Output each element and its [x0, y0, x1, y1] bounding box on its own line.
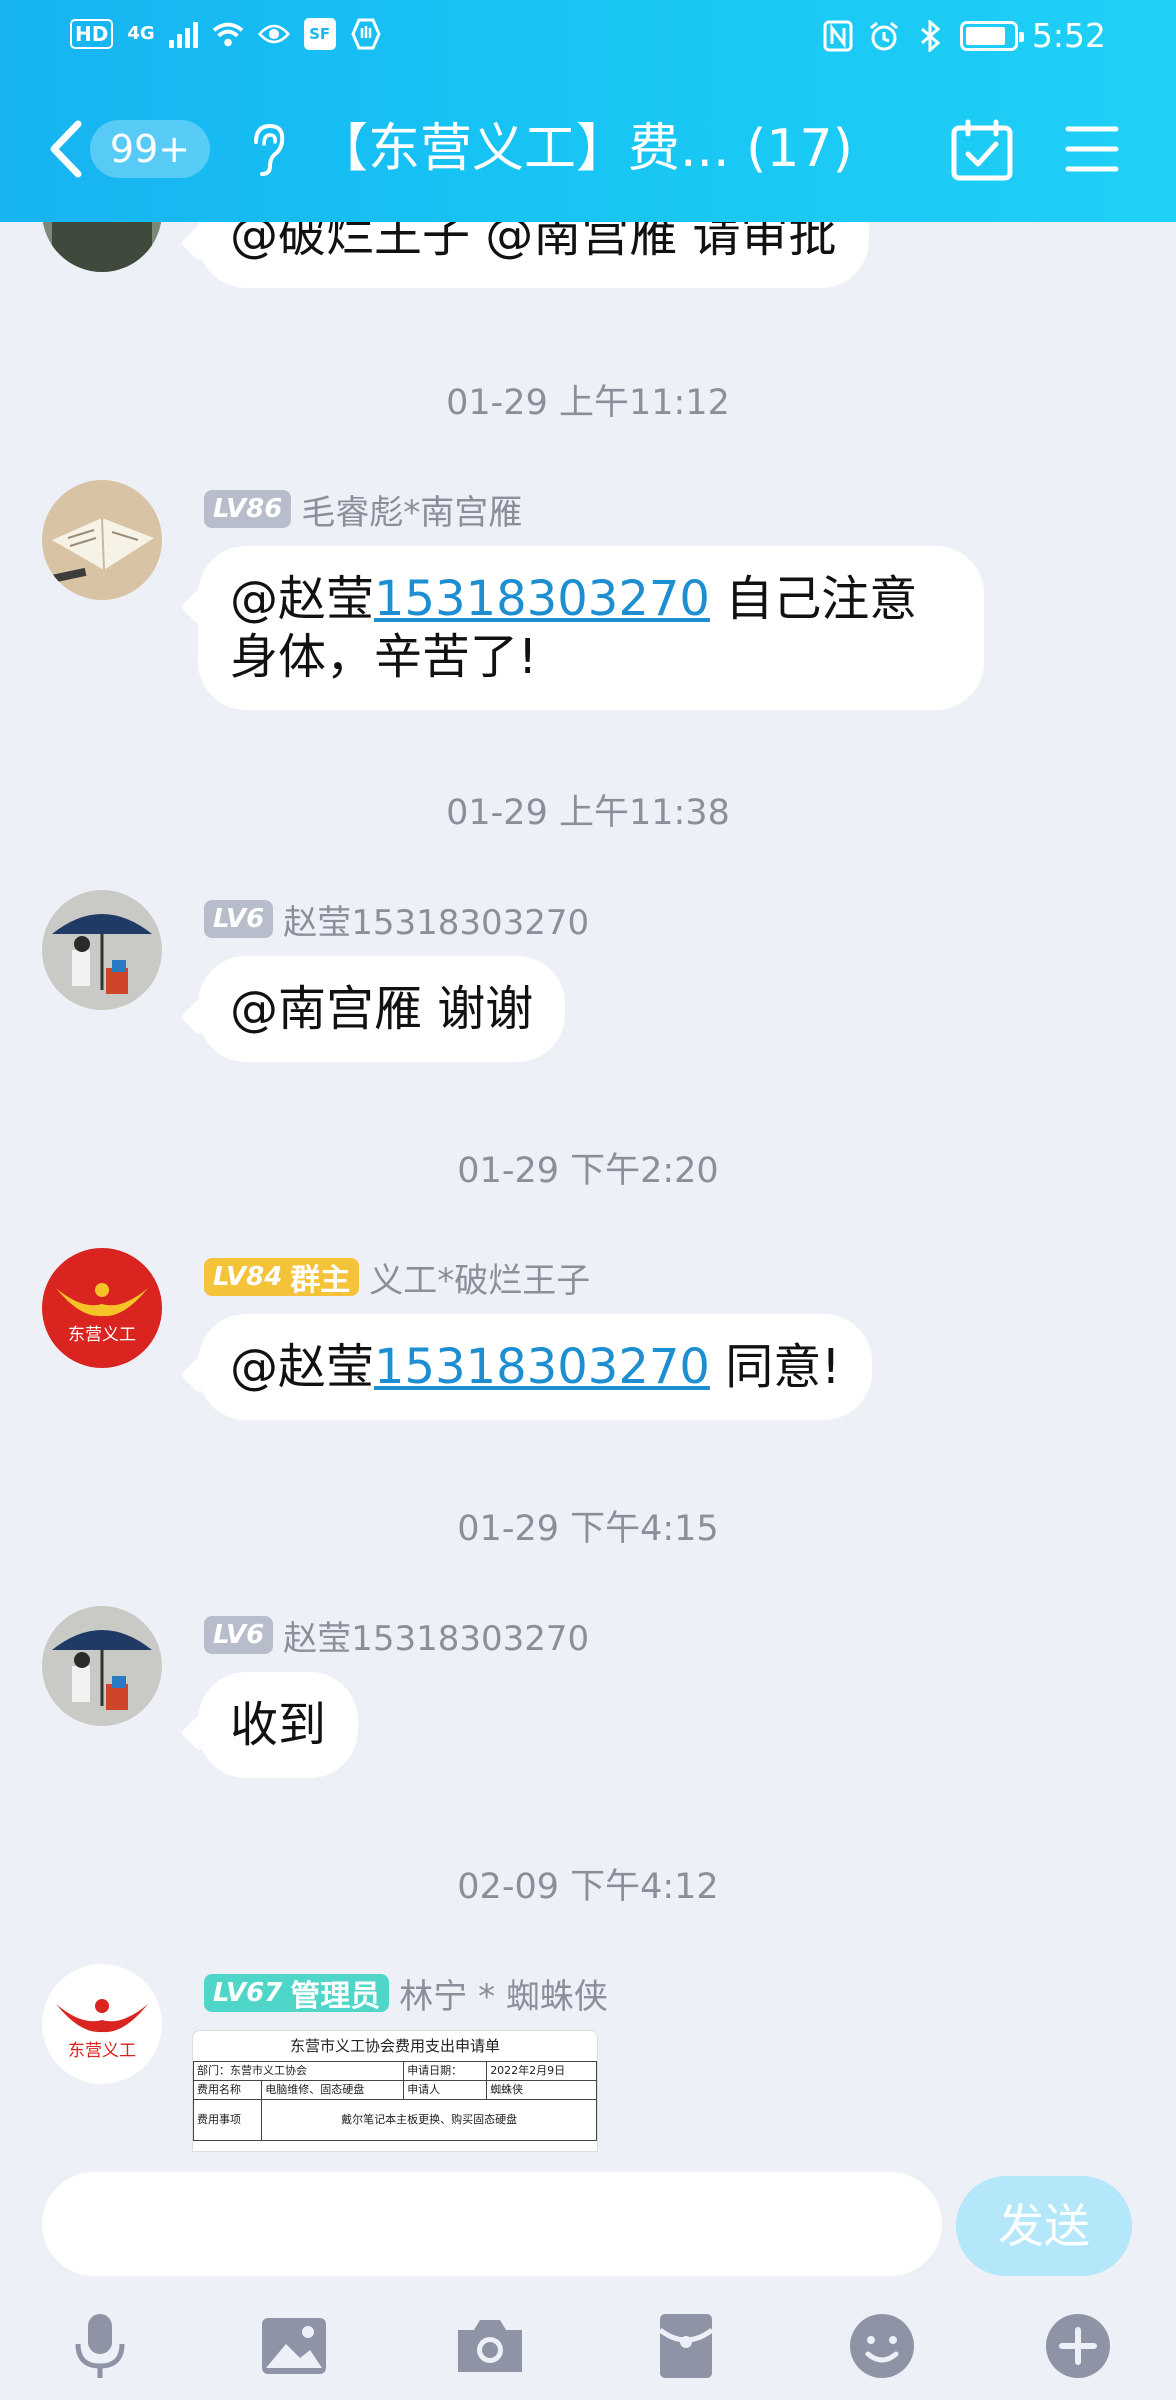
- battery-icon: [959, 21, 1024, 51]
- message-list[interactable]: @破烂王子 @南宫雁 请审批 01-29 上午11:12 LV86 毛睿彪*南宫…: [0, 222, 1176, 2170]
- message-text: @南宫雁 谢谢: [230, 981, 534, 1037]
- avatar[interactable]: 东营义工: [42, 1964, 162, 2084]
- level-label: LV67: [213, 1978, 283, 2008]
- doc-matter: 戴尔笔记本主板更换、购买固态硬盘: [261, 2099, 597, 2141]
- message-bubble[interactable]: @南宫雁 谢谢: [198, 956, 566, 1062]
- message-text: 同意!: [709, 1339, 841, 1395]
- mention[interactable]: @赵莹: [230, 571, 374, 627]
- level-badge: LV6: [204, 900, 274, 938]
- message-text: 收到: [230, 1697, 327, 1753]
- phone-link[interactable]: 15318303270: [374, 571, 710, 627]
- avatar-logo-text: 东营义工: [68, 1325, 136, 1345]
- avatar[interactable]: [42, 480, 162, 600]
- sender-name[interactable]: 赵莹15318303270: [283, 1611, 589, 1660]
- status-bar: HD 4G SF 5:52: [0, 0, 1176, 72]
- nfc-icon: [822, 20, 854, 52]
- message-text: 自己注意: [709, 571, 918, 627]
- phone-link[interactable]: 15318303270: [374, 1339, 710, 1395]
- level-badge: LV84 群主: [204, 1258, 360, 1298]
- bluetooth-icon: [914, 20, 946, 52]
- sender-info: LV6 赵莹15318303270: [204, 898, 589, 943]
- sender-name[interactable]: 毛睿彪*南宫雁: [301, 485, 522, 534]
- message-timestamp: 01-29 下午4:15: [457, 1509, 719, 1549]
- navigation-bar: 99+ 【东营义工】费... (17): [0, 100, 1176, 200]
- doc-dept: 部门：东营市义工协会: [193, 2061, 405, 2081]
- doc-table: 部门：东营市义工协会 申请日期： 2022年2月9日 费用名称 电脑维修、固态硬…: [193, 2061, 597, 2141]
- alarm-icon: [868, 20, 900, 52]
- back-chevron-icon[interactable]: [46, 118, 86, 180]
- doc-applicant: 蜘蛛侠: [486, 2080, 597, 2100]
- menu-icon[interactable]: [1064, 124, 1120, 174]
- doc-title: 东营市义工协会费用支出申请单: [289, 2037, 500, 2055]
- message-bubble[interactable]: 收到: [198, 1672, 359, 1778]
- avatar[interactable]: 东营义工: [42, 1248, 162, 1368]
- sender-info: LV67 管理员 林宁 * 蜘蛛侠: [204, 1972, 608, 2017]
- avatar[interactable]: [42, 890, 162, 1010]
- plus-icon[interactable]: [1042, 2310, 1114, 2382]
- avatar[interactable]: [42, 222, 162, 272]
- avatar[interactable]: [42, 1606, 162, 1726]
- sf-app-icon: SF: [303, 18, 336, 50]
- wifi-icon: [212, 18, 244, 50]
- message-text: 身体，辛苦了!: [230, 629, 538, 685]
- message-timestamp: 01-29 下午2:20: [457, 1151, 719, 1191]
- signal-icon: [168, 20, 198, 48]
- message-timestamp: 01-29 上午11:12: [446, 383, 730, 423]
- sender-name[interactable]: 义工*破烂王子: [369, 1253, 590, 1302]
- doc-fee-name-label: 费用名称: [193, 2080, 263, 2100]
- sender-info: LV6 赵莹15318303270: [204, 1614, 589, 1659]
- red-packet-icon[interactable]: [650, 2310, 722, 2382]
- level-badge: LV6: [204, 1616, 274, 1654]
- hand-shield-icon: [350, 18, 382, 50]
- camera-icon[interactable]: [454, 2310, 526, 2382]
- role-label: 管理员: [290, 1979, 381, 2014]
- unread-count-badge[interactable]: 99+: [90, 120, 210, 178]
- battery-level: [965, 27, 1005, 45]
- message-bubble[interactable]: @破烂王子 @南宫雁 请审批: [198, 222, 869, 288]
- level-label: LV84: [213, 1262, 283, 1292]
- doc-date: 2022年2月9日: [486, 2061, 597, 2081]
- sender-info: LV84 群主 义工*破烂王子: [204, 1256, 590, 1301]
- mention[interactable]: @赵莹: [230, 1339, 374, 1395]
- eye-icon: [257, 18, 290, 50]
- chat-title[interactable]: 【东营义工】费... (17): [316, 114, 853, 184]
- message-text: @破烂王子 @南宫雁 请审批: [230, 222, 837, 263]
- message-timestamp: 02-09 下午4:12: [457, 1867, 719, 1907]
- doc-date-label: 申请日期：: [403, 2061, 488, 2081]
- sender-info: LV86 毛睿彪*南宫雁: [204, 488, 522, 533]
- avatar-logo-text: 东营义工: [68, 2041, 136, 2061]
- doc-fee-name: 电脑维修、固态硬盘: [261, 2080, 405, 2100]
- level-badge: LV86: [204, 490, 292, 528]
- chat-header: HD 4G SF 5:52 99+ 【东营义工】费... (17): [0, 0, 1176, 222]
- message-timestamp: 01-29 上午11:38: [446, 793, 730, 833]
- message-bubble[interactable]: @赵莹15318303270 自己注意 身体，辛苦了!: [198, 546, 984, 710]
- doc-applicant-label: 申请人: [403, 2080, 488, 2100]
- send-button[interactable]: 发送: [956, 2176, 1132, 2276]
- sender-name[interactable]: 林宁 * 蜘蛛侠: [399, 1969, 608, 2018]
- clock: 5:52: [1031, 16, 1106, 55]
- ear-icon[interactable]: [248, 122, 288, 178]
- sender-name[interactable]: 赵莹15318303270: [283, 895, 589, 944]
- expense-form-image[interactable]: 东营市义工协会费用支出申请单 部门：东营市义工协会 申请日期： 2022年2月9…: [192, 2030, 598, 2152]
- image-icon[interactable]: [258, 2310, 330, 2382]
- microphone-icon[interactable]: [64, 2310, 136, 2382]
- level-badge: LV67 管理员: [204, 1974, 390, 2014]
- message-bubble[interactable]: @赵莹15318303270 同意!: [198, 1314, 873, 1420]
- chat-toolbar: [0, 2290, 1176, 2400]
- calendar-check-icon[interactable]: [950, 118, 1014, 182]
- composer: 发送: [0, 2170, 1176, 2286]
- role-label: 群主: [290, 1263, 351, 1298]
- network-type: 4G: [127, 23, 155, 44]
- emoji-icon[interactable]: [846, 2310, 918, 2382]
- doc-matter-label: 费用事项: [193, 2099, 263, 2141]
- message-input[interactable]: [42, 2172, 942, 2276]
- hd-indicator: HD: [70, 19, 114, 49]
